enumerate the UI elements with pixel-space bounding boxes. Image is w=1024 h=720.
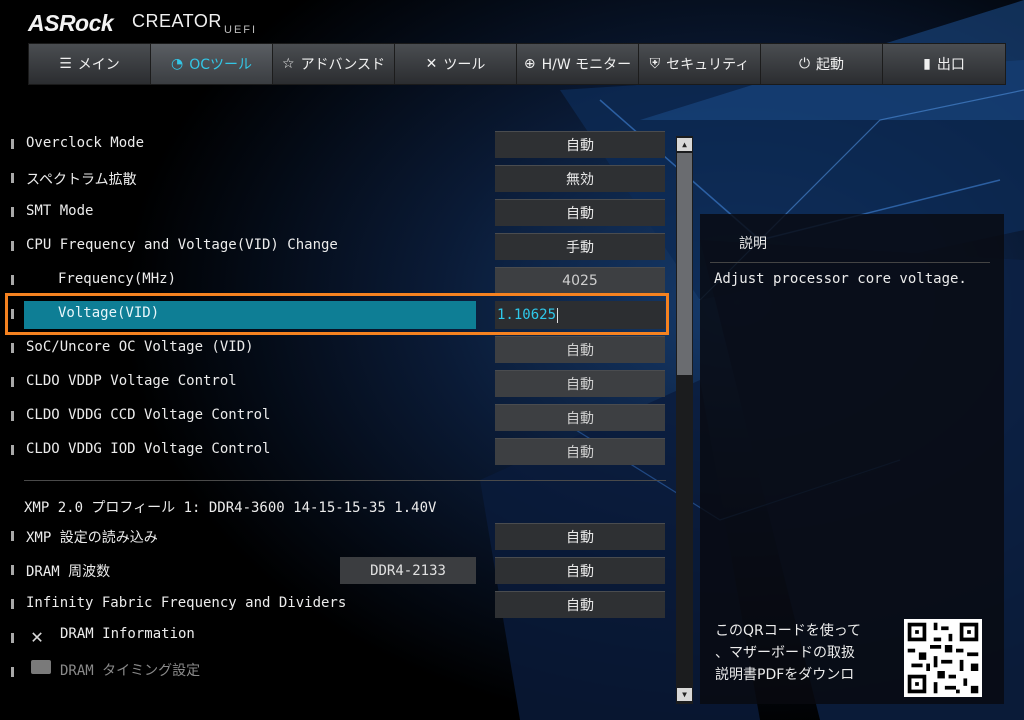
setting-label-frequency: Frequency(MHz) bbox=[58, 271, 177, 287]
row-marker bbox=[11, 241, 14, 251]
tab-advanced[interactable]: ☆ アドバンスド bbox=[273, 44, 395, 84]
power-icon: ⏻ bbox=[798, 56, 811, 72]
tools-icon: ✕ bbox=[425, 56, 438, 72]
row-marker bbox=[11, 531, 14, 541]
setting-value-infinity-fabric[interactable]: 自動 bbox=[495, 591, 665, 618]
tab-main[interactable]: ☰ メイン bbox=[29, 44, 151, 84]
setting-label-overclock-mode: Overclock Mode bbox=[26, 135, 145, 151]
xmp-profile-info: XMP 2.0 プロフィール 1: DDR4-3600 14-15-15-35 … bbox=[24, 500, 437, 516]
wrench-screwdriver-icon: ✕ bbox=[31, 624, 44, 648]
tab-boot[interactable]: ⏻ 起動 bbox=[761, 44, 883, 84]
setting-label-xmp-load: XMP 設定の読み込み bbox=[26, 530, 158, 546]
list-icon: ☰ bbox=[59, 56, 72, 72]
tab-label: メイン bbox=[77, 57, 120, 73]
row-marker bbox=[11, 275, 14, 285]
setting-value-cldo-vddp[interactable]: 自動 bbox=[495, 370, 665, 397]
row-marker bbox=[11, 445, 14, 455]
tab-tools[interactable]: ✕ ツール bbox=[395, 44, 517, 84]
row-marker bbox=[11, 377, 14, 387]
monitor-icon: ⊕ bbox=[523, 56, 536, 72]
qr-caption-line-3: 説明書PDFをダウンロ bbox=[715, 667, 855, 683]
setting-value-dram-frequency[interactable]: 自動 bbox=[495, 557, 665, 584]
qr-caption-line-1: このQRコードを使って bbox=[715, 623, 862, 639]
tab-oc-tweaker[interactable]: ◔ OCツール bbox=[151, 44, 273, 84]
tab-exit[interactable]: ▮ 出口 bbox=[883, 44, 1005, 84]
row-marker bbox=[11, 173, 14, 183]
row-marker bbox=[11, 411, 14, 421]
tab-label: 出口 bbox=[936, 57, 965, 73]
setting-value-spread-spectrum[interactable]: 無効 bbox=[495, 165, 665, 192]
tab-label: OCツール bbox=[189, 57, 252, 73]
qr-code-icon bbox=[904, 619, 982, 697]
top-navigation: ☰ メイン ◔ OCツール ☆ アドバンスド ✕ ツール ⊕ H/W モニター … bbox=[28, 43, 1006, 85]
setting-label-cldo-vddg-ccd: CLDO VDDG CCD Voltage Control bbox=[26, 407, 271, 423]
submenu-dram-information[interactable]: DRAM Information bbox=[60, 626, 195, 642]
row-marker bbox=[11, 667, 14, 677]
row-marker bbox=[11, 565, 14, 575]
row-marker bbox=[11, 139, 14, 149]
scroll-up-arrow-icon[interactable]: ▲ bbox=[677, 138, 692, 151]
exit-door-icon: ▮ bbox=[923, 56, 931, 72]
setting-label-cpu-freq-voltage-change: CPU Frequency and Voltage(VID) Change bbox=[26, 237, 338, 253]
setting-value-cpu-freq-voltage-change[interactable]: 手動 bbox=[495, 233, 665, 260]
tab-label: ツール bbox=[443, 57, 486, 73]
row-marker bbox=[11, 599, 14, 609]
setting-value-overclock-mode[interactable]: 自動 bbox=[495, 131, 665, 158]
star-icon: ☆ bbox=[282, 56, 295, 72]
row-marker bbox=[11, 633, 14, 643]
setting-label-dram-frequency: DRAM 周波数 bbox=[26, 564, 111, 580]
setting-value-soc-uncore-voltage[interactable]: 自動 bbox=[495, 336, 665, 363]
setting-label-spread-spectrum: スペクトラム拡散 bbox=[26, 172, 137, 188]
scroll-down-arrow-icon[interactable]: ▼ bbox=[677, 688, 692, 701]
setting-label-cldo-vddp: CLDO VDDP Voltage Control bbox=[26, 373, 237, 389]
setting-value-frequency[interactable]: 4025 bbox=[495, 267, 665, 294]
setting-value-cldo-vddg-iod[interactable]: 自動 bbox=[495, 438, 665, 465]
tab-label: 起動 bbox=[816, 57, 845, 73]
setting-label-infinity-fabric: Infinity Fabric Frequency and Dividers bbox=[26, 595, 347, 611]
setting-label-smt-mode: SMT Mode bbox=[26, 203, 94, 219]
setting-label-cldo-vddg-iod: CLDO VDDG IOD Voltage Control bbox=[26, 441, 271, 457]
setting-value-smt-mode[interactable]: 自動 bbox=[495, 199, 665, 226]
tab-security[interactable]: ⛨ セキュリティ bbox=[639, 44, 761, 84]
asrock-logo: ASRock bbox=[28, 10, 114, 36]
tab-label: セキュリティ bbox=[666, 57, 750, 73]
description-text: Adjust processor core voltage. bbox=[714, 271, 967, 287]
qr-caption-line-2: 、マザーボードの取扱 bbox=[715, 645, 855, 661]
scrollbar-thumb[interactable] bbox=[677, 153, 692, 375]
description-divider bbox=[710, 262, 990, 263]
dram-frequency-current: DDR4-2133 bbox=[340, 557, 476, 584]
tab-label: アドバンスド bbox=[300, 57, 385, 73]
tab-hw-monitor[interactable]: ⊕ H/W モニター bbox=[517, 44, 639, 84]
orange-highlight-box bbox=[5, 293, 669, 335]
submenu-dram-timing[interactable]: DRAM タイミング設定 bbox=[60, 660, 200, 680]
setting-value-cldo-vddg-ccd[interactable]: 自動 bbox=[495, 404, 665, 431]
setting-label-soc-uncore-voltage: SoC/Uncore OC Voltage (VID) bbox=[26, 339, 254, 355]
description-title: 説明 bbox=[739, 236, 767, 252]
speedometer-icon: ◔ bbox=[170, 56, 184, 72]
tab-label: H/W モニター bbox=[541, 57, 632, 73]
setting-value-xmp-load[interactable]: 自動 bbox=[495, 523, 665, 550]
uefi-label: UEFI bbox=[224, 24, 258, 36]
section-divider bbox=[24, 480, 666, 481]
shield-icon: ⛨ bbox=[649, 56, 661, 72]
row-marker bbox=[11, 207, 14, 217]
folder-icon bbox=[31, 660, 51, 674]
row-marker bbox=[11, 343, 14, 353]
creator-label: CREATOR bbox=[132, 11, 222, 31]
